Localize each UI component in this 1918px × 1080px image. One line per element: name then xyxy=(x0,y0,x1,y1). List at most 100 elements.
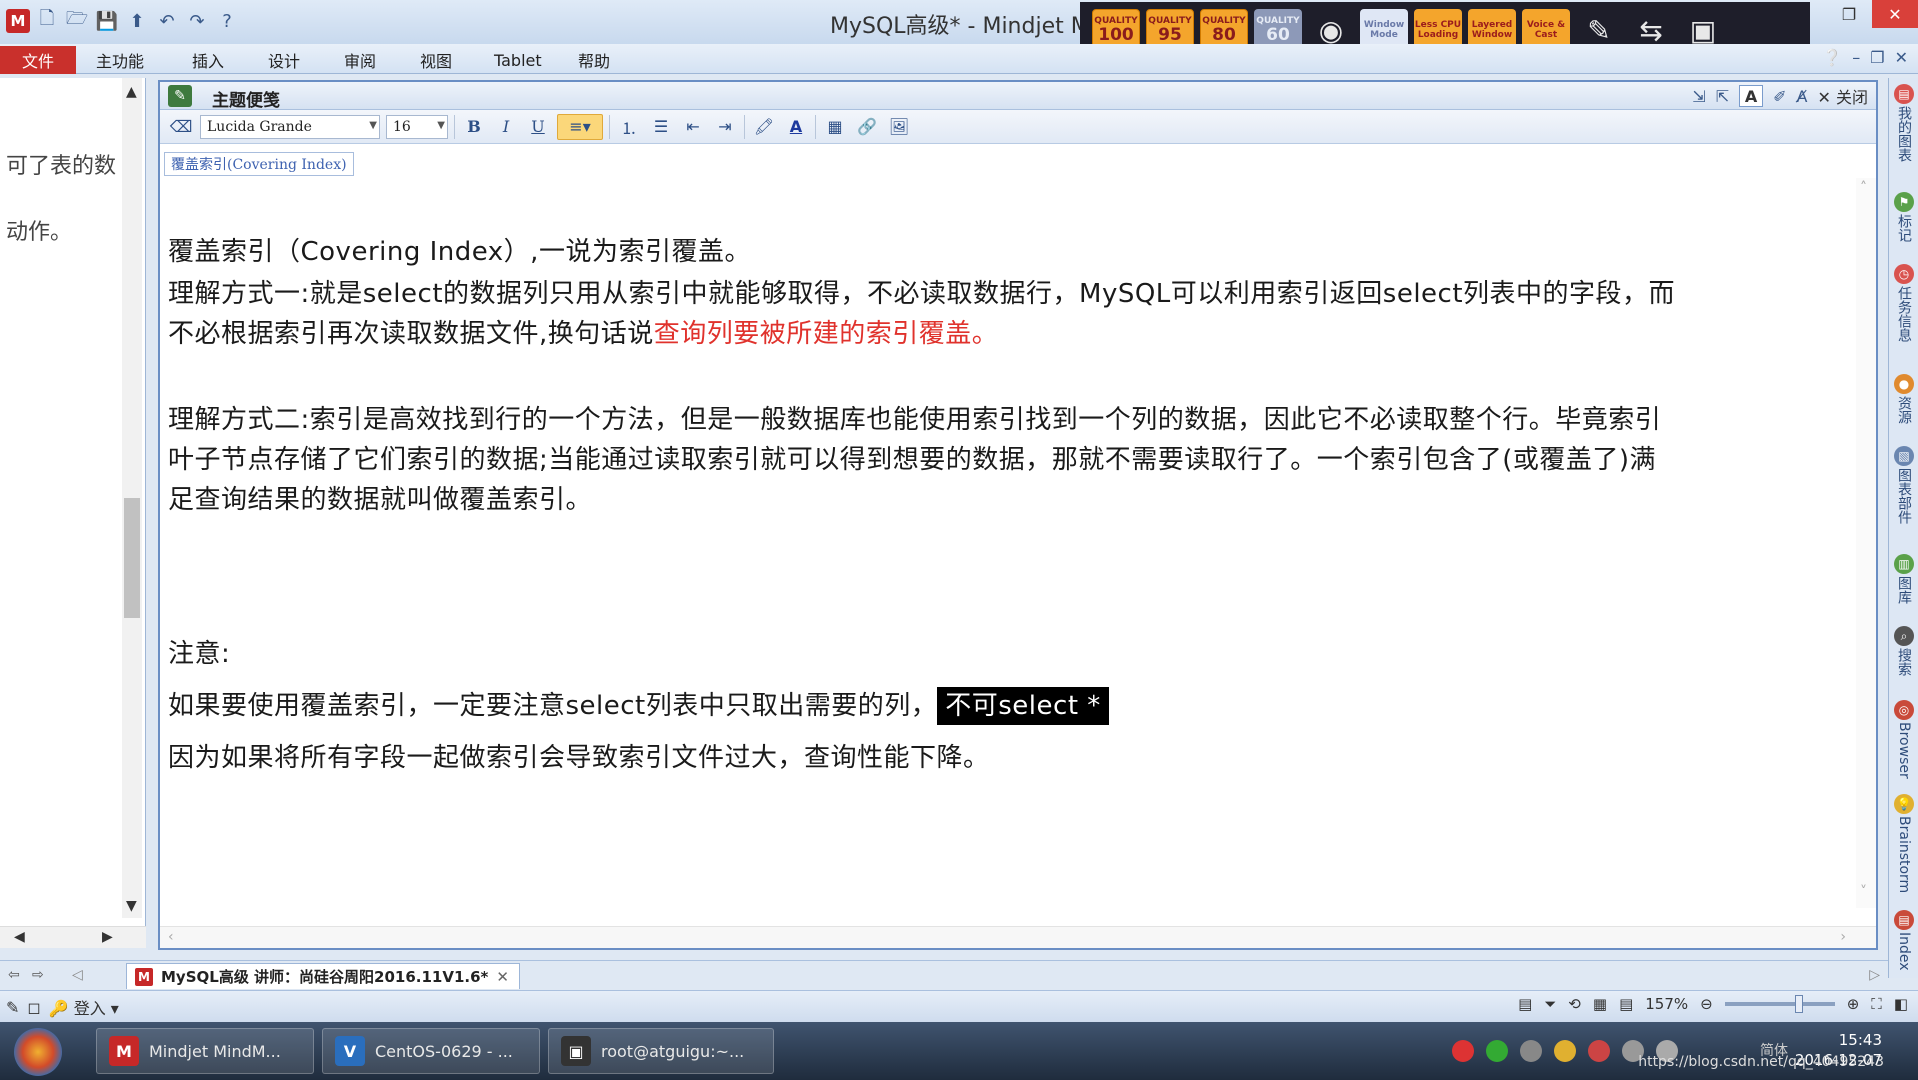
note-tool-icon[interactable]: ◻ xyxy=(27,998,40,1017)
italic-icon[interactable]: I xyxy=(493,114,519,140)
notes-horizontal-scrollbar[interactable]: ‹ › xyxy=(160,926,1876,948)
table-icon[interactable]: ▦ xyxy=(822,114,848,140)
nav-forward-icon[interactable]: ⇨ xyxy=(32,967,44,983)
scroll-left-icon[interactable]: ◀ xyxy=(14,929,25,945)
save-icon[interactable]: 💾 xyxy=(94,8,120,34)
taskbar-item-mindjet[interactable]: M Mindjet MindM... xyxy=(96,1028,314,1074)
align-left-icon[interactable]: ≡▾ xyxy=(557,113,603,140)
restore-small-icon[interactable]: ❐ xyxy=(1870,48,1884,67)
layout-icon[interactable]: ⟲ xyxy=(1568,995,1581,1013)
close-tab-icon[interactable]: ✕ xyxy=(496,968,509,986)
tab-insert[interactable]: 插入 xyxy=(192,48,224,72)
sidebar-item-task-info[interactable]: 任务信息 xyxy=(1892,286,1916,342)
image-icon[interactable]: 🖼 xyxy=(886,114,912,140)
restore-icon[interactable]: ❐ xyxy=(1826,0,1872,28)
minimize-icon[interactable]: – xyxy=(1852,48,1860,67)
sidebar-item-my-maps[interactable]: 我的图表 xyxy=(1892,106,1916,162)
login-button[interactable]: 🔑 登入 ▾ xyxy=(49,995,119,1019)
numbered-list-icon[interactable]: ⒈ xyxy=(616,114,642,140)
scroll-right-icon[interactable]: › xyxy=(1840,929,1846,945)
close-notes-button[interactable]: ✕ 关闭 xyxy=(1817,84,1868,108)
scroll-left-icon[interactable]: ‹ xyxy=(168,929,174,945)
format-icon[interactable]: A̸ xyxy=(1797,87,1808,106)
tab-file[interactable]: 文件 xyxy=(0,46,76,74)
sidebar-item-resources[interactable]: 资源 xyxy=(1892,396,1916,424)
font-family-select[interactable]: Lucida Grande ▼ xyxy=(200,114,380,139)
sidebar-item-markers[interactable]: 标记 xyxy=(1892,214,1916,242)
start-button[interactable] xyxy=(14,1028,62,1076)
pen-tool-icon[interactable]: ✎ xyxy=(6,998,19,1017)
fit-map-icon[interactable]: ⛶ xyxy=(1871,995,1882,1013)
zoom-out-icon[interactable]: ⊖ xyxy=(1700,995,1713,1013)
taskbar-item-centos[interactable]: V CentOS-0629 - ... xyxy=(322,1028,540,1074)
tab-view[interactable]: 视图 xyxy=(420,48,452,72)
nav-back-icon[interactable]: ⇦ xyxy=(8,967,20,983)
sidebar-item-index[interactable]: Index xyxy=(1892,932,1916,971)
help-icon[interactable]: ? xyxy=(214,8,240,34)
redo-icon[interactable]: ↷ xyxy=(184,8,210,34)
filter-icon[interactable]: ⏷ xyxy=(1544,995,1556,1013)
sidebar-item-search[interactable]: 搜索 xyxy=(1892,648,1916,676)
outline-view-icon[interactable]: ▤ xyxy=(1619,995,1633,1013)
notes-vertical-scrollbar[interactable]: ˄ ˅ xyxy=(1856,178,1876,908)
font-color-icon[interactable]: A xyxy=(783,114,809,140)
scroll-right-icon[interactable]: ▶ xyxy=(102,929,113,945)
zoom-in-icon[interactable]: ⊕ xyxy=(1847,995,1860,1013)
tray-app-icon[interactable] xyxy=(1520,1040,1542,1062)
sidebar-item-brainstorm[interactable]: Brainstorm xyxy=(1892,816,1916,893)
scroll-up-icon[interactable]: ˄ xyxy=(1860,180,1867,196)
pane-toggle-icon[interactable]: ◧ xyxy=(1894,995,1908,1013)
highlight-color-icon[interactable]: 🖍 xyxy=(751,114,777,140)
tab-scroll-left-icon[interactable]: ◁ xyxy=(72,967,83,983)
sidebar-item-map-parts[interactable]: 图表部件 xyxy=(1892,468,1916,524)
tab-design[interactable]: 设计 xyxy=(268,48,300,72)
task-pane-icon[interactable]: ▤ xyxy=(1518,995,1532,1013)
open-folder-icon[interactable]: 🗁 xyxy=(64,8,90,34)
taskbar-item-terminal[interactable]: ▣ root@atguigu:~... xyxy=(548,1028,774,1074)
tray-app-icon[interactable] xyxy=(1486,1040,1508,1062)
map-canvas-partial[interactable]: 可了表的数 动作。 ▲ ▼ xyxy=(0,78,146,938)
map-view-icon[interactable]: ▦ xyxy=(1593,995,1607,1013)
clear-format-icon[interactable]: ⌫ xyxy=(168,114,194,140)
left-horizontal-scrollbar[interactable]: ◀ ▶ xyxy=(0,926,146,948)
zoom-slider[interactable] xyxy=(1724,995,1835,1013)
scroll-down-icon[interactable]: ▼ xyxy=(126,898,137,914)
sidebar-item-library[interactable]: 图库 xyxy=(1892,576,1916,604)
note-text: 不必根据索引再次读取数据文件,换句话说 xyxy=(168,319,654,349)
undo-icon[interactable]: ↶ xyxy=(154,8,180,34)
underline-icon[interactable]: U xyxy=(525,114,551,140)
export-icon[interactable]: ⇱ xyxy=(1716,87,1729,106)
left-vertical-scrollbar[interactable]: ▲ ▼ xyxy=(122,78,142,918)
document-tab[interactable]: M MySQL高级 讲师：尚硅谷周阳2016.11V1.6* ✕ xyxy=(126,963,520,989)
app-logo-icon[interactable]: M xyxy=(6,9,30,33)
edit-icon[interactable]: ✐ xyxy=(1773,87,1786,106)
close-window-icon[interactable]: ✕ xyxy=(1872,0,1918,28)
new-file-icon[interactable]: 🗋 xyxy=(34,8,60,34)
indent-icon[interactable]: ⇥ xyxy=(712,114,738,140)
publish-icon[interactable]: ⬆ xyxy=(124,8,150,34)
font-size-select[interactable]: 16 ▼ xyxy=(386,114,448,139)
scroll-down-icon[interactable]: ˅ xyxy=(1860,884,1867,900)
zoom-slider-knob[interactable] xyxy=(1794,995,1803,1013)
tray-app-icon[interactable] xyxy=(1588,1040,1610,1062)
tab-tablet[interactable]: Tablet xyxy=(494,48,542,72)
tray-app-icon[interactable] xyxy=(1554,1040,1576,1062)
sidebar-item-browser[interactable]: Browser xyxy=(1892,722,1916,779)
help-circle-icon[interactable]: ❔ xyxy=(1822,48,1842,67)
outdent-icon[interactable]: ⇤ xyxy=(680,114,706,140)
scroll-thumb[interactable] xyxy=(124,498,140,618)
note-emphasis-red: 查询列要被所建的索引覆盖。 xyxy=(653,319,999,349)
tab-help[interactable]: 帮助 xyxy=(578,48,610,72)
ime-indicator[interactable]: 简体 xyxy=(1760,1040,1788,1060)
import-icon[interactable]: ⇲ xyxy=(1692,87,1705,106)
tab-review[interactable]: 审阅 xyxy=(344,48,376,72)
bold-icon[interactable]: B xyxy=(461,114,487,140)
text-mode-icon[interactable]: A xyxy=(1739,85,1764,107)
bullet-list-icon[interactable]: ☰ xyxy=(648,114,674,140)
scroll-up-icon[interactable]: ▲ xyxy=(126,84,137,100)
tray-app-icon[interactable] xyxy=(1452,1040,1474,1062)
tab-scroll-right-icon[interactable]: ▷ xyxy=(1869,967,1880,983)
close-small-icon[interactable]: ✕ xyxy=(1895,48,1908,67)
tab-home[interactable]: 主功能 xyxy=(96,48,144,72)
link-icon[interactable]: 🔗 xyxy=(854,114,880,140)
